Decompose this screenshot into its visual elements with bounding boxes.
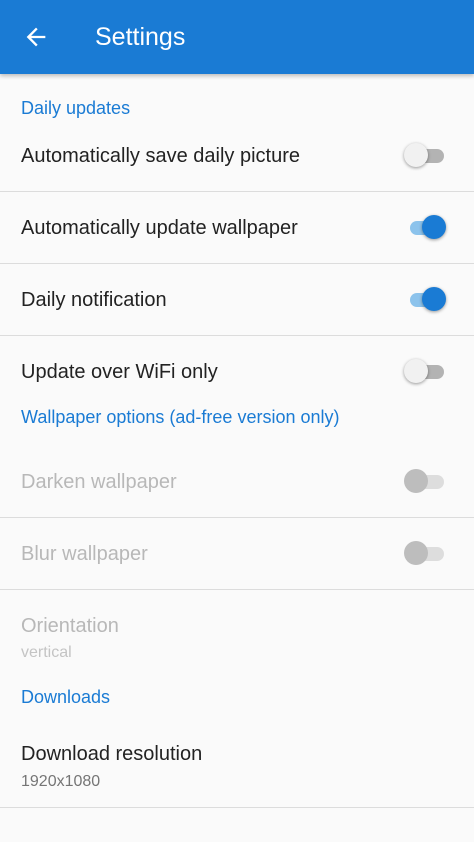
setting-label: Darken wallpaper [21,471,177,493]
setting-label: Blur wallpaper [21,543,148,565]
setting-label: Download resolution [21,743,203,765]
setting-blur-wallpaper[interactable]: Blur wallpaper [0,518,474,590]
setting-update-over-wifi-only[interactable]: Update over WiFi only [0,336,474,408]
switch-thumb [404,359,428,383]
setting-label: Daily notification [21,289,167,311]
switch-thumb [422,215,446,239]
setting-summary: vertical [21,644,72,661]
page-title: Settings [95,23,186,51]
settings-list: Daily updates Automatically save daily p… [0,74,474,808]
section-header-downloads: Downloads [21,687,111,707]
switch-thumb [404,143,428,167]
switch-thumb [404,541,428,565]
setting-label: Update over WiFi only [21,361,218,383]
switch-thumb [404,469,428,493]
setting-orientation[interactable]: Orientation vertical [0,590,474,676]
setting-daily-notification[interactable]: Daily notification [0,264,474,336]
section-header-wallpaper-options: Wallpaper options (ad-free version only) [21,407,340,427]
auto-update-wallpaper-switch[interactable] [404,215,448,239]
setting-label: Orientation [21,615,119,637]
wifi-only-switch[interactable] [404,359,448,383]
setting-auto-update-wallpaper[interactable]: Automatically update wallpaper [0,192,474,264]
setting-darken-wallpaper[interactable]: Darken wallpaper [0,446,474,518]
blur-wallpaper-switch[interactable] [404,541,448,565]
setting-label: Automatically save daily picture [21,145,301,167]
arrow-left-icon[interactable] [22,23,50,51]
daily-notification-switch[interactable] [404,287,448,311]
setting-label: Automatically update wallpaper [21,217,298,239]
setting-download-resolution[interactable]: Download resolution 1920x1080 [0,716,474,808]
setting-auto-save-daily-picture[interactable]: Automatically save daily picture [0,120,474,192]
darken-wallpaper-switch[interactable] [404,469,448,493]
setting-summary: 1920x1080 [21,773,101,790]
app-bar: Settings [0,0,474,74]
auto-save-switch[interactable] [404,143,448,167]
switch-thumb [422,287,446,311]
section-header-daily-updates: Daily updates [21,98,131,118]
